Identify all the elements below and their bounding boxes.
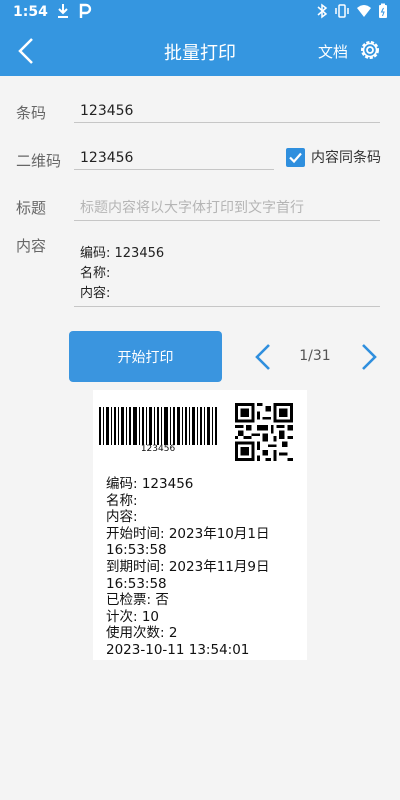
preview-line: 编码: 123456 (106, 476, 194, 492)
content-line: 内容: (80, 286, 111, 301)
system-icons (316, 3, 388, 19)
vibrate-icon (335, 4, 349, 18)
preview-line: 名称: (106, 492, 138, 509)
bluetooth-icon (317, 3, 328, 19)
preview-line: 已检票: 否 (106, 592, 169, 609)
content-line: 名称: (80, 266, 111, 281)
same-as-barcode-checkbox[interactable] (286, 147, 305, 167)
print-preview: 123456 编码: 123456 名称: 内容: 开始时间: 2023年10月… (93, 390, 307, 660)
barcode-label: 条码 (16, 104, 47, 122)
preview-line: 开始时间: 2023年10月1日 (106, 525, 270, 542)
document-link[interactable]: 文档 (318, 41, 348, 62)
qr-code-image (235, 403, 293, 461)
preview-line: 计次: 10 (106, 608, 160, 625)
qrcode-input[interactable]: 123456 (74, 150, 274, 170)
gear-icon[interactable] (358, 38, 382, 62)
barcode-input[interactable]: 123456 (74, 103, 380, 123)
chevron-left-icon[interactable] (252, 342, 274, 372)
qrcode-label: 二维码 (16, 152, 62, 170)
content-line: 编码: 123456 (80, 246, 165, 261)
title-input[interactable]: 标题内容将以大字体打印到文字首行 (74, 197, 380, 221)
chevron-right-icon[interactable] (358, 342, 380, 372)
parking-icon (79, 3, 92, 18)
content-label: 内容 (16, 237, 47, 255)
check-icon (289, 152, 302, 163)
preview-text: 编码: 123456 名称: 内容: 开始时间: 2023年10月1日 16:5… (106, 476, 269, 659)
wifi-icon (357, 5, 371, 17)
title-label: 标题 (16, 199, 47, 217)
status-bar: 1:54 (0, 0, 400, 26)
page-indicator: 1/31 (299, 348, 331, 364)
preview-line: 16:53:58 (106, 542, 167, 559)
same-as-barcode-option[interactable]: 内容同条码 (286, 147, 381, 167)
battery-icon (379, 3, 387, 18)
preview-line: 内容: (106, 509, 138, 526)
preview-line: 16:53:58 (106, 575, 167, 592)
app-bar: 批量打印 文档 (0, 26, 400, 76)
barcode-image (99, 407, 217, 445)
barcode-number: 123456 (140, 444, 176, 454)
preview-line: 到期时间: 2023年11月9日 (106, 558, 270, 575)
same-as-barcode-label: 内容同条码 (311, 150, 381, 166)
download-icon (58, 4, 68, 18)
status-time: 1:54 (13, 4, 48, 20)
preview-line: 2023-10-11 13:54:01 (106, 641, 250, 658)
start-print-button[interactable]: 开始打印 (69, 331, 222, 382)
content-textarea[interactable]: 编码: 123456 名称: 内容: (74, 240, 380, 307)
notification-icons (56, 3, 92, 19)
preview-line: 使用次数: 2 (106, 625, 178, 642)
